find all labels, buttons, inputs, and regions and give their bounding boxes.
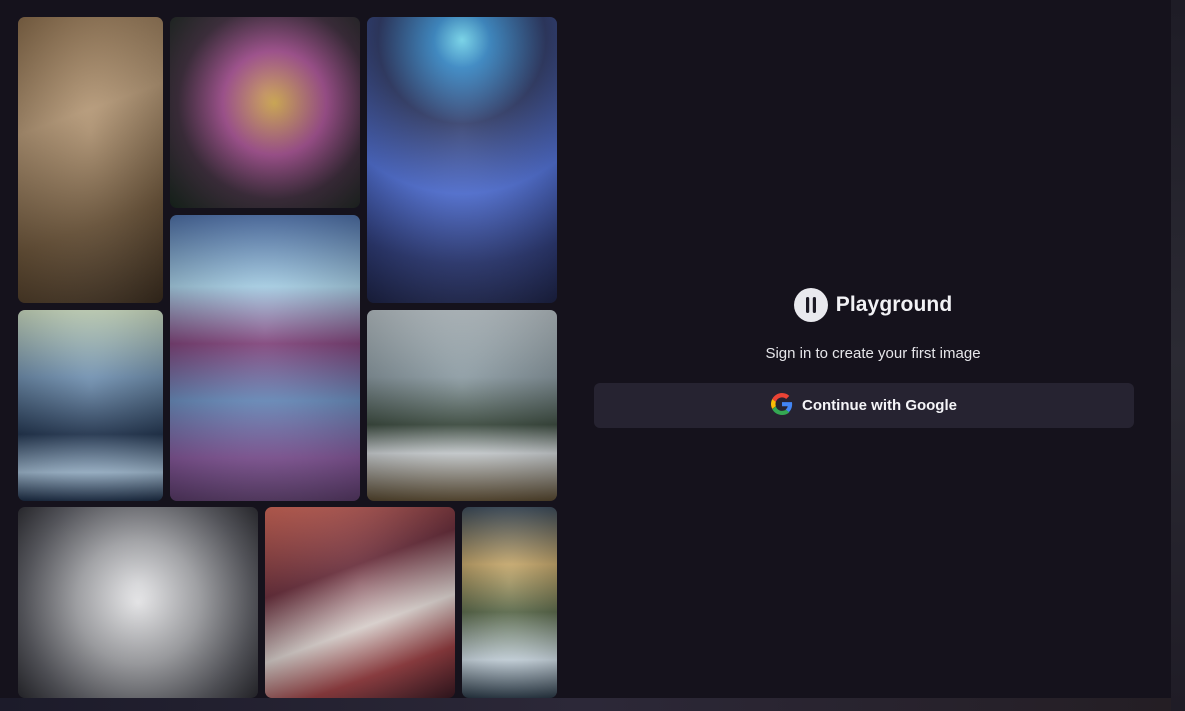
continue-with-google-button[interactable]: Continue with Google bbox=[594, 383, 1134, 428]
login-page: Playground Sign in to create your first … bbox=[0, 0, 1185, 711]
bottom-edge-strip bbox=[0, 698, 1171, 711]
gallery-image-lighthouse bbox=[170, 215, 360, 501]
gallery-image-old-man bbox=[18, 17, 163, 303]
image-gallery bbox=[0, 0, 575, 711]
gallery-image-robot-girl bbox=[265, 507, 455, 698]
gallery-image-cat bbox=[170, 17, 360, 208]
brand: Playground bbox=[575, 288, 1171, 322]
brand-name: Playground bbox=[835, 293, 953, 316]
sign-in-tagline: Sign in to create your first image bbox=[765, 345, 981, 362]
gallery-image-wolf bbox=[18, 507, 258, 698]
google-g-icon bbox=[771, 393, 793, 418]
playground-logo-icon bbox=[793, 288, 828, 322]
gallery-image-ship bbox=[18, 310, 163, 501]
sign-in-panel: Playground Sign in to create your first … bbox=[575, 0, 1171, 711]
gallery-image-mountains bbox=[367, 310, 557, 501]
gallery-image-blue-girl bbox=[367, 17, 557, 303]
right-edge-strip bbox=[1171, 0, 1185, 711]
gallery-image-forest-jar bbox=[462, 507, 557, 698]
google-button-label: Continue with Google bbox=[802, 397, 957, 414]
